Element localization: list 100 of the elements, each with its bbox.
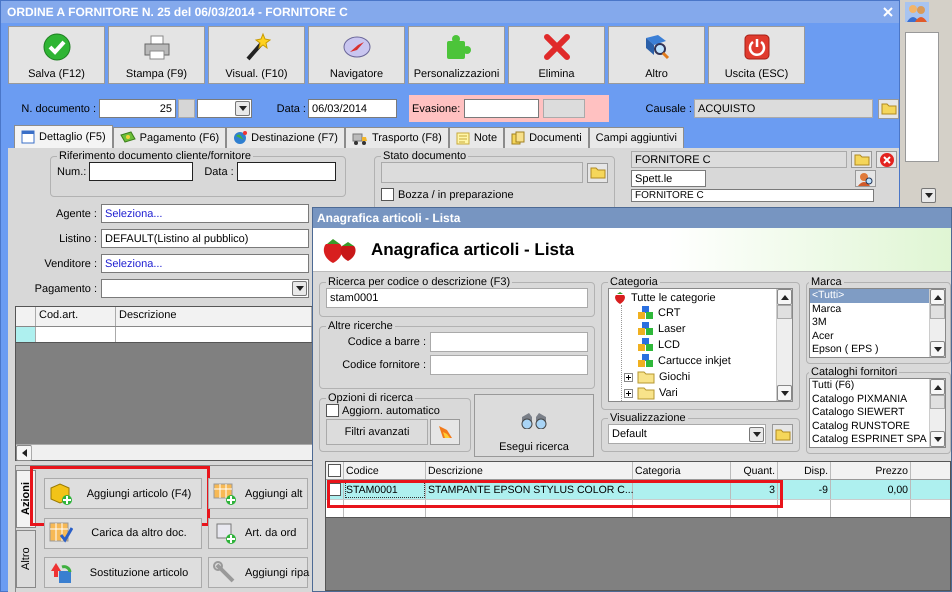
select-field[interactable]: Seleziona...: [101, 204, 309, 223]
scroll-down-icon[interactable]: [934, 346, 942, 352]
tab[interactable]: Campi aggiuntivi: [588, 127, 684, 148]
run-search-button[interactable]: Esegui ricerca: [474, 394, 594, 457]
toolbar-button[interactable]: Altro: [608, 26, 705, 84]
column-header[interactable]: Disp.: [778, 462, 831, 479]
checkbox[interactable]: [326, 404, 339, 417]
column-header[interactable]: Descrizione: [426, 462, 633, 479]
action-button[interactable]: Carica da altro doc.: [44, 518, 202, 549]
column-header[interactable]: Categoria: [633, 462, 731, 479]
tab[interactable]: Destinazione (F7): [226, 127, 345, 148]
scroll-up-icon[interactable]: [934, 384, 942, 390]
scrollbar[interactable]: [16, 444, 312, 460]
scroll-thumb[interactable]: [930, 395, 945, 409]
checkbox[interactable]: [381, 188, 394, 201]
view-dropdown[interactable]: Default: [608, 424, 766, 444]
contact-search-button[interactable]: [855, 170, 876, 187]
payment-dropdown[interactable]: [101, 279, 309, 298]
list-item[interactable]: Catalogo PIXMANIA: [810, 392, 929, 406]
column-header[interactable]: Codice: [344, 462, 426, 479]
cube-add-icon: [49, 482, 73, 506]
action-button[interactable]: Aggiungi ripa: [208, 557, 308, 588]
tree-item[interactable]: Cartucce inkjet: [658, 355, 731, 367]
dropdown-button[interactable]: [749, 426, 764, 442]
folder-button[interactable]: [772, 424, 793, 444]
list-item[interactable]: Catalog RUNSTORE: [810, 420, 929, 434]
scroll-up-icon[interactable]: [780, 294, 788, 300]
select-field[interactable]: DEFAULT(Listino al pubblico): [101, 229, 309, 248]
action-button[interactable]: Aggiungi articolo (F4): [44, 478, 202, 509]
toolbar-button[interactable]: Uscita (ESC): [708, 26, 805, 84]
select-field[interactable]: Seleziona...: [101, 254, 309, 273]
toolbar-button[interactable]: Navigatore: [308, 26, 405, 84]
series-dropdown[interactable]: [197, 99, 252, 118]
action-button[interactable]: Aggiungi alt: [208, 478, 308, 509]
scroll-thumb[interactable]: [777, 305, 792, 319]
close-icon: [880, 152, 894, 166]
dropdown-button[interactable]: [921, 188, 936, 203]
tab[interactable]: Trasporto (F8): [344, 127, 449, 148]
toolbar-button[interactable]: Salva (F12): [8, 26, 105, 84]
list-item[interactable]: Marca: [810, 302, 929, 316]
evasione-field[interactable]: [464, 99, 540, 118]
salutation-field[interactable]: Spett.le: [631, 170, 706, 187]
folder-button[interactable]: [587, 162, 608, 182]
tab[interactable]: Note: [448, 127, 504, 148]
scroll-left-icon[interactable]: [22, 449, 26, 457]
toolbar-button[interactable]: Personalizzazioni: [408, 26, 505, 84]
scroll-down-icon[interactable]: [934, 436, 942, 442]
tree-item[interactable]: Vari: [659, 387, 678, 399]
supplier-code-field[interactable]: [430, 355, 588, 376]
search-field[interactable]: stam0001: [326, 288, 588, 308]
select-all-checkbox[interactable]: [328, 464, 341, 477]
dropdown-button[interactable]: [235, 101, 250, 116]
list-item[interactable]: 3M: [810, 316, 929, 330]
list-item[interactable]: Epson ( EPS ): [810, 343, 929, 357]
supplier-field[interactable]: FORNITORE C: [631, 151, 847, 168]
swap-arrows-icon: [49, 560, 73, 585]
address-field[interactable]: FORNITORE C: [631, 189, 874, 202]
action-button[interactable]: Sostituzione articolo: [44, 557, 202, 588]
scroll-down-icon[interactable]: [780, 390, 788, 396]
tab[interactable]: Documenti: [504, 127, 589, 148]
folder-icon: [637, 386, 655, 400]
list-item[interactable]: Catalogo SIEWERT: [810, 406, 929, 420]
list-item[interactable]: Acer: [810, 330, 929, 344]
power-icon: [742, 32, 772, 62]
dialog-heading: Anagrafica articoli - Lista: [371, 240, 574, 260]
toolbar-button[interactable]: Elimina: [508, 26, 605, 84]
dropdown-button[interactable]: [292, 281, 307, 296]
column-header[interactable]: Quant.: [731, 462, 778, 479]
document-number-field[interactable]: 25: [99, 99, 176, 118]
toolbar-button[interactable]: Visual. (F10): [208, 26, 305, 84]
tree-item[interactable]: CRT: [658, 307, 680, 319]
side-tab[interactable]: Altro: [16, 530, 36, 588]
list-item[interactable]: Tutti (F6): [810, 379, 929, 393]
status-field[interactable]: [381, 162, 583, 183]
scrollbar[interactable]: [929, 289, 945, 357]
reference-number-field[interactable]: [89, 162, 194, 181]
row-indicator: [16, 327, 36, 342]
list-item[interactable]: Catalog ESPRINET SPA: [810, 433, 929, 447]
tree-item[interactable]: Tutte le categorie: [631, 292, 716, 304]
tree-item[interactable]: LCD: [658, 339, 680, 351]
date-field[interactable]: 06/03/2014: [308, 99, 397, 118]
barcode-field[interactable]: [430, 332, 588, 352]
scroll-thumb[interactable]: [930, 305, 945, 319]
remove-button[interactable]: [876, 151, 897, 168]
scrollbar[interactable]: [929, 379, 945, 447]
causale-field[interactable]: ACQUISTO: [694, 99, 873, 118]
folder-button[interactable]: [878, 98, 899, 118]
toolbar-button[interactable]: Stampa (F9): [108, 26, 205, 84]
evasione-extra-field[interactable]: [543, 99, 586, 118]
advanced-filters-button[interactable]: Filtri avanzati: [326, 419, 428, 445]
tree-item[interactable]: Giochi: [659, 371, 690, 383]
scroll-up-icon[interactable]: [934, 294, 942, 300]
tab[interactable]: Dettaglio (F5): [14, 125, 113, 148]
tree-item[interactable]: Laser: [658, 323, 686, 335]
tab[interactable]: Pagamento (F6): [112, 127, 226, 148]
scrollbar[interactable]: [776, 289, 792, 401]
action-button[interactable]: Art. da ord: [208, 518, 308, 549]
reference-date-field[interactable]: [236, 162, 336, 181]
column-header[interactable]: Prezzo: [831, 462, 911, 479]
field-label: Causale :: [644, 102, 692, 114]
